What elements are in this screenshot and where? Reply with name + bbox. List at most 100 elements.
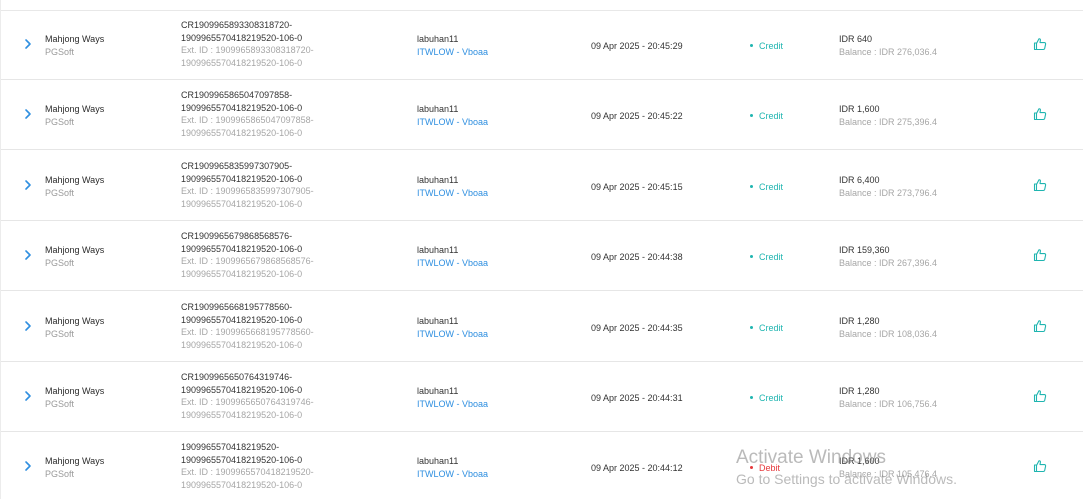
transaction-id-line2: 1909965570418219520-106-0 (181, 243, 303, 254)
player-name: labuhan11 (417, 456, 459, 466)
player-agent-link[interactable]: ITWLOW - Vboaa (417, 328, 488, 341)
external-id-line2: 1909965570418219520-106-0 (181, 127, 303, 138)
table-row: Mahjong Ways PGSoft 1909965570418219520-… (1, 432, 1083, 499)
thumbs-up-icon[interactable] (1033, 107, 1047, 121)
player-agent-link[interactable]: ITWLOW - Vboaa (417, 468, 488, 481)
table-row: Mahjong Ways PGSoft CR190996565076431974… (1, 362, 1083, 432)
balance-value: Balance : IDR 267,396.4 (839, 257, 938, 268)
table-row: Mahjong Ways PGSoft CR190996586504709785… (1, 80, 1083, 150)
thumbs-up-icon[interactable] (1033, 248, 1047, 262)
player-agent-link[interactable]: ITWLOW - Vboaa (417, 116, 488, 129)
transaction-datetime: 09 Apr 2025 - 20:44:38 (591, 252, 683, 262)
transaction-cell: CR1909965865047097858- 19099655704182195… (181, 89, 314, 139)
external-id-line1: Ext. ID : 1909965650764319746- (181, 397, 314, 407)
player-name: labuhan11 (417, 316, 459, 326)
transaction-id-line2: 1909965570418219520-106-0 (181, 314, 303, 325)
balance-value: Balance : IDR 106,756.4 (839, 398, 938, 409)
status-label: Credit (759, 41, 784, 51)
chevron-right-icon[interactable] (23, 390, 33, 402)
status-label: Debit (759, 463, 781, 473)
transaction-id-line2: 1909965570418219520-106-0 (181, 454, 303, 465)
player-cell: labuhan11 ITWLOW - Vboaa (417, 455, 488, 480)
external-id-line1: Ext. ID : 1909965668195778560- (181, 327, 314, 337)
balance-value: Balance : IDR 105,476.4 (839, 468, 938, 479)
status-badge: Debit (750, 462, 780, 475)
amount-cell: IDR 1,600 Balance : IDR 275,396.4 (839, 103, 937, 128)
game-name: Mahjong Ways (45, 34, 105, 44)
thumbs-up-icon[interactable] (1033, 178, 1047, 192)
status-label: Credit (759, 111, 784, 121)
transaction-id-line1: CR1909965668195778560- (181, 302, 293, 312)
amount-value: IDR 6,400 (839, 175, 880, 185)
game-name: Mahjong Ways (45, 245, 105, 255)
game-provider: PGSoft (45, 328, 75, 339)
transaction-id-line1: CR1909965679868568576- (181, 231, 293, 241)
status-label: Credit (759, 252, 784, 262)
chevron-right-icon[interactable] (23, 320, 33, 332)
player-agent-link[interactable]: ITWLOW - Vboaa (417, 398, 488, 411)
thumbs-up-icon[interactable] (1033, 319, 1047, 333)
transaction-id-line1: CR1909965835997307905- (181, 161, 293, 171)
amount-value: IDR 1,600 (839, 104, 880, 114)
game-provider: PGSoft (45, 116, 75, 127)
status-dot (750, 466, 753, 470)
transaction-table: Mahjong Ways PGSoft CR190996589330831872… (0, 0, 1083, 499)
chevron-right-icon[interactable] (23, 108, 33, 120)
amount-value: IDR 1,280 (839, 386, 880, 396)
player-name: labuhan11 (417, 175, 459, 185)
game-name: Mahjong Ways (45, 104, 105, 114)
transaction-datetime: 09 Apr 2025 - 20:45:29 (591, 41, 683, 51)
player-agent-link[interactable]: ITWLOW - Vboaa (417, 187, 488, 200)
external-id-line1: Ext. ID : 1909965679868568576- (181, 256, 314, 266)
external-id-line2: 1909965570418219520-106-0 (181, 339, 303, 350)
player-cell: labuhan11 ITWLOW - Vboaa (417, 385, 488, 410)
game-provider: PGSoft (45, 46, 75, 57)
balance-value: Balance : IDR 273,796.4 (839, 187, 938, 198)
amount-value: IDR 1,600 (839, 456, 880, 466)
chevron-right-icon[interactable] (23, 460, 33, 472)
status-dot (750, 255, 753, 259)
transaction-id-line2: 1909965570418219520-106-0 (181, 173, 303, 184)
external-id-line2: 1909965570418219520-106-0 (181, 409, 303, 420)
chevron-right-icon[interactable] (23, 38, 33, 50)
status-dot (750, 114, 753, 118)
player-name: labuhan11 (417, 245, 459, 255)
status-badge: Credit (750, 322, 783, 335)
player-agent-link[interactable]: ITWLOW - Vboaa (417, 257, 488, 270)
status-label: Credit (759, 393, 784, 403)
chevron-right-icon[interactable] (23, 179, 33, 191)
table-row: Mahjong Ways PGSoft CR190996583599730790… (1, 151, 1083, 221)
game-name: Mahjong Ways (45, 456, 105, 466)
transaction-id-line2: 1909965570418219520-106-0 (181, 384, 303, 395)
player-name: labuhan11 (417, 34, 459, 44)
thumbs-up-icon[interactable] (1033, 389, 1047, 403)
status-label: Credit (759, 323, 784, 333)
chevron-right-icon[interactable] (23, 249, 33, 261)
transaction-cell: CR1909965893308318720- 19099655704182195… (181, 19, 314, 69)
transaction-id-line2: 1909965570418219520-106-0 (181, 32, 303, 43)
status-dot (750, 326, 753, 330)
player-cell: labuhan11 ITWLOW - Vboaa (417, 244, 488, 269)
game-name: Mahjong Ways (45, 316, 105, 326)
transaction-id-line1: CR1909965893308318720- (181, 20, 293, 30)
amount-value: IDR 640 (839, 34, 873, 44)
status-badge: Credit (750, 110, 783, 123)
transaction-cell: CR1909965679868568576- 19099655704182195… (181, 230, 314, 280)
game-name: Mahjong Ways (45, 386, 105, 396)
amount-cell: IDR 640 Balance : IDR 276,036.4 (839, 33, 937, 58)
player-agent-link[interactable]: ITWLOW - Vboaa (417, 46, 488, 59)
table-row: Mahjong Ways PGSoft CR190996567986856857… (1, 221, 1083, 291)
amount-value: IDR 1,280 (839, 316, 880, 326)
amount-cell: IDR 1,280 Balance : IDR 108,036.4 (839, 315, 937, 340)
transaction-datetime: 09 Apr 2025 - 20:45:15 (591, 182, 683, 192)
status-dot (750, 44, 753, 48)
thumbs-up-icon[interactable] (1033, 459, 1047, 473)
transaction-id-line1: CR1909965650764319746- (181, 372, 293, 382)
table-row: Mahjong Ways PGSoft CR190996566819577856… (1, 292, 1083, 362)
thumbs-up-icon[interactable] (1033, 37, 1047, 51)
table-row: Mahjong Ways PGSoft CR190996589330831872… (1, 10, 1083, 80)
external-id-line2: 1909965570418219520-106-0 (181, 198, 303, 209)
status-badge: Credit (750, 40, 783, 53)
amount-cell: IDR 159,360 Balance : IDR 267,396.4 (839, 244, 937, 269)
status-badge: Credit (750, 181, 783, 194)
